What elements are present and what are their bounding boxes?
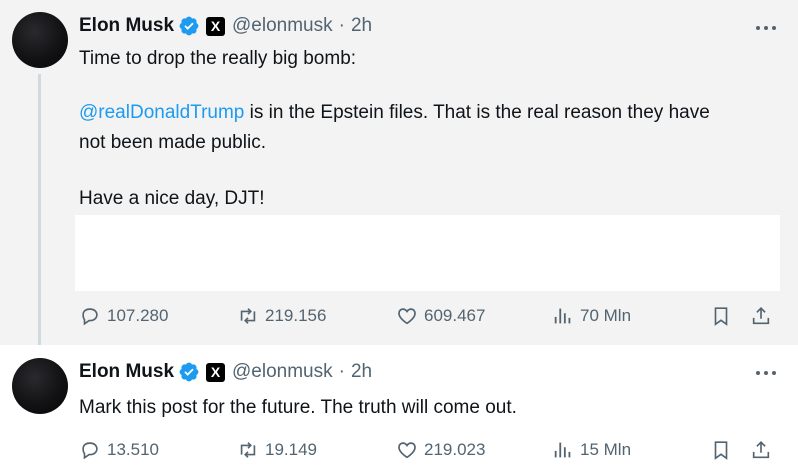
repost-count: 19.149 xyxy=(265,440,317,459)
more-icon[interactable] xyxy=(754,361,778,385)
bookmark-icon xyxy=(714,441,728,460)
bookmark-button[interactable] xyxy=(709,435,733,465)
tweet-header: Elon Musk X @elonmusk · 2h xyxy=(79,14,372,38)
more-icon[interactable] xyxy=(754,16,778,40)
views-button[interactable]: 15 Mln xyxy=(552,435,631,465)
author-handle[interactable]: @elonmusk xyxy=(232,15,333,37)
share-button[interactable] xyxy=(749,301,773,331)
views-count: 70 Mln xyxy=(580,306,632,325)
views-icon xyxy=(554,442,571,458)
like-button[interactable]: 219.023 xyxy=(396,435,485,465)
reply-button[interactable]: 13.510 xyxy=(79,435,159,465)
author-name[interactable]: Elon Musk xyxy=(79,15,174,37)
mention-link[interactable]: @realDonaldTrump xyxy=(79,102,244,123)
x-logo-icon: X xyxy=(206,16,226,36)
tweet-text-line: Have a nice day, DJT! xyxy=(79,188,265,209)
views-icon xyxy=(554,308,571,324)
tweet-2[interactable]: Elon Musk X @elonmusk · 2h Mark this pos… xyxy=(0,345,798,471)
reply-count: 13.510 xyxy=(107,440,159,459)
timestamp[interactable]: 2h xyxy=(351,361,372,383)
bookmark-icon xyxy=(714,307,728,326)
like-count: 609.467 xyxy=(424,306,486,325)
reply-icon xyxy=(82,308,98,326)
bookmark-button[interactable] xyxy=(709,301,733,331)
tweet-text-line: not been made public. xyxy=(79,132,266,153)
x-logo-icon: X xyxy=(206,362,226,382)
action-bar: 107.280 219.156 609.467 70 Mln xyxy=(79,301,778,331)
reply-icon xyxy=(82,442,98,460)
author-handle[interactable]: @elonmusk xyxy=(232,361,333,383)
share-icon xyxy=(752,307,770,325)
repost-count: 219.156 xyxy=(265,306,327,325)
like-count: 219.023 xyxy=(424,440,486,459)
tweet-text: Time to drop the really big bomb: @realD… xyxy=(79,46,779,212)
separator: · xyxy=(338,361,345,382)
like-button[interactable]: 609.467 xyxy=(396,301,485,331)
tweet-text: Mark this post for the future. The truth… xyxy=(79,395,779,421)
media-card[interactable] xyxy=(75,215,780,291)
like-icon xyxy=(398,442,416,459)
action-bar: 13.510 19.149 219.023 15 Mln xyxy=(79,435,778,465)
reply-count: 107.280 xyxy=(107,306,169,325)
repost-icon xyxy=(240,308,256,324)
like-icon xyxy=(398,308,416,325)
tweet-1[interactable]: Elon Musk X @elonmusk · 2h Time to drop … xyxy=(0,0,798,359)
repost-icon xyxy=(240,442,256,458)
repost-button[interactable]: 19.149 xyxy=(237,435,317,465)
tweet-text-line: is in the Epstein files. That is the rea… xyxy=(244,102,710,123)
share-icon xyxy=(752,441,770,459)
separator: · xyxy=(338,15,345,36)
verified-badge-icon xyxy=(179,16,199,36)
timestamp[interactable]: 2h xyxy=(351,15,372,37)
views-count: 15 Mln xyxy=(580,440,632,459)
views-button[interactable]: 70 Mln xyxy=(552,301,631,331)
repost-button[interactable]: 219.156 xyxy=(237,301,326,331)
share-button[interactable] xyxy=(749,435,773,465)
thread-line xyxy=(38,74,41,359)
verified-badge-icon xyxy=(179,362,199,382)
author-name[interactable]: Elon Musk xyxy=(79,361,174,383)
tweet-header: Elon Musk X @elonmusk · 2h xyxy=(79,360,372,384)
avatar[interactable] xyxy=(12,358,68,414)
tweet-text-line: Time to drop the really big bomb: xyxy=(79,48,357,69)
avatar[interactable] xyxy=(12,12,68,68)
tweet-text-line: Mark this post for the future. The truth… xyxy=(79,397,517,418)
reply-button[interactable]: 107.280 xyxy=(79,301,168,331)
